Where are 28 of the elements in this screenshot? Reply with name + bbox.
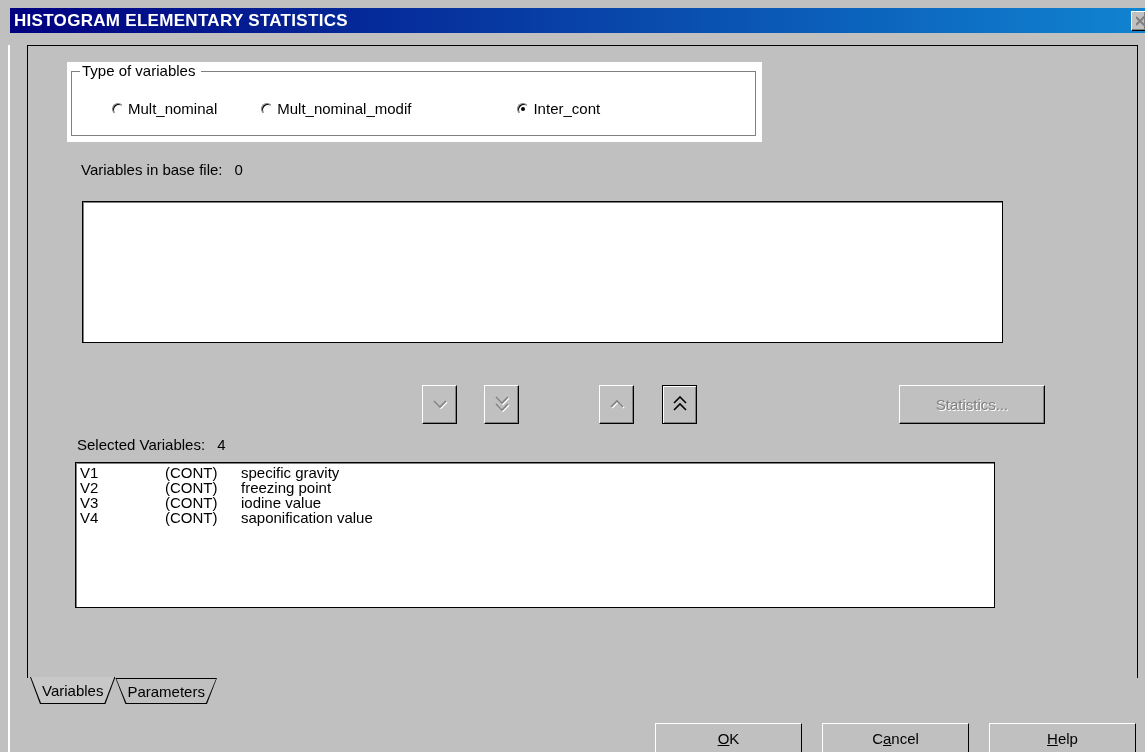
field-label: Selected Variables: <box>77 436 206 453</box>
dialog-button[interactable]: Help <box>989 723 1136 752</box>
window-title: HISTOGRAM ELEMENTARY STATISTICS <box>13 10 348 31</box>
radio-option[interactable]: Mult_nominal <box>112 100 218 117</box>
variable-name: iodine value <box>241 495 322 510</box>
dialog-button[interactable]: OK <box>655 723 802 752</box>
selected-variables-list[interactable]: V1 (CONT) specific gravity V2 (CONT) freezing point V3 (CONT) iodine value V4 (CONT) saponification value <box>75 462 995 608</box>
radio-option[interactable]: Inter_cont <box>517 100 601 117</box>
variable-id: V4 <box>80 510 100 525</box>
tab[interactable]: Variables <box>30 677 116 704</box>
dialog-button[interactable]: Cancel <box>822 723 969 752</box>
close-button[interactable] <box>1131 10 1145 31</box>
move-button[interactable] <box>662 384 697 424</box>
variable-count: 0 <box>234 161 243 178</box>
group-title: Type of variables <box>80 62 202 79</box>
variable-count: 4 <box>217 436 226 453</box>
variable-type: (CONT) <box>165 510 219 525</box>
double-chevron-up-icon <box>672 396 687 412</box>
base-variables-list[interactable] <box>82 201 1003 343</box>
variable-id: V2 <box>80 480 100 495</box>
variable-name: saponification value <box>241 510 374 525</box>
double-chevron-down-icon <box>494 396 509 412</box>
variable-id: V3 <box>80 495 100 510</box>
variable-id: V1 <box>80 465 100 480</box>
tab[interactable]: Parameters <box>115 678 217 704</box>
close-icon <box>1136 15 1145 26</box>
radio-option[interactable]: Mult_nominal_modif <box>261 100 412 117</box>
field-label: Variables in base file: <box>81 161 223 178</box>
